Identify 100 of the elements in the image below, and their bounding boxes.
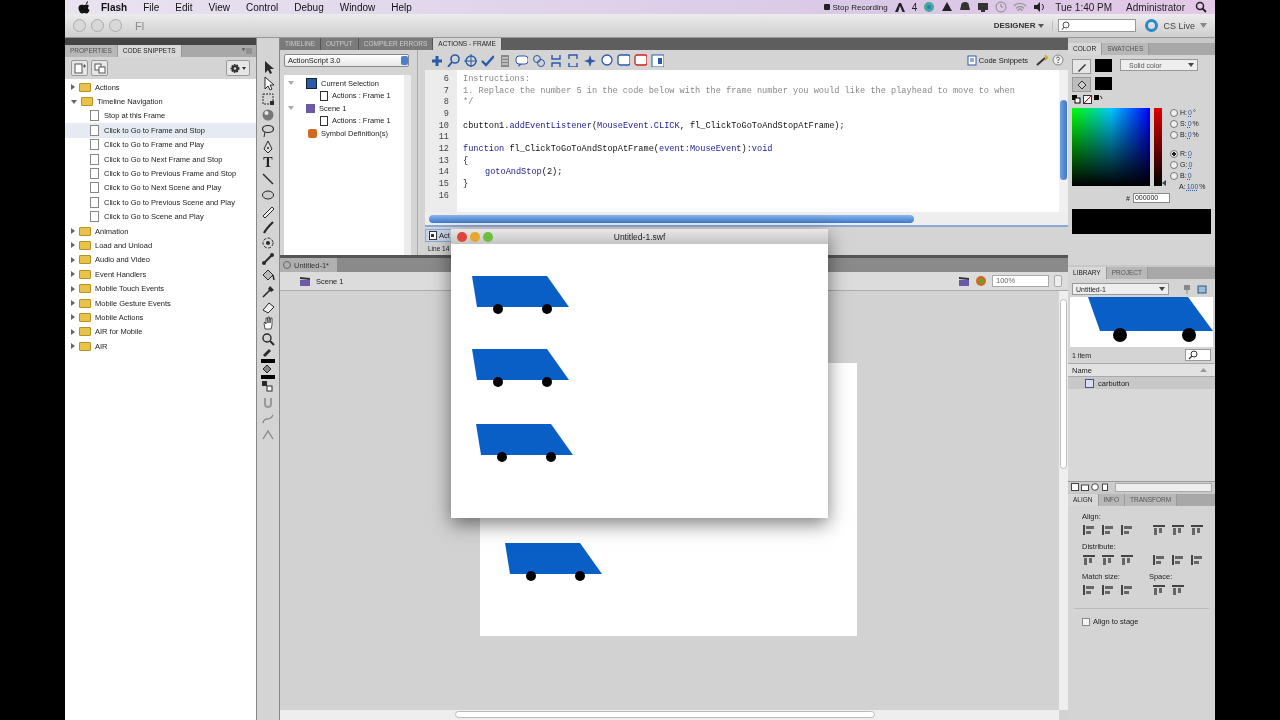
help-icon[interactable] xyxy=(1052,54,1064,66)
radio-button[interactable] xyxy=(1170,130,1178,139)
expand-brackets-icon[interactable] xyxy=(548,53,562,67)
apple-icon[interactable] xyxy=(78,0,90,14)
caret-icon[interactable] xyxy=(1200,23,1207,28)
speech-bubble-icon[interactable] xyxy=(514,53,528,67)
align-icon[interactable] xyxy=(1152,524,1166,536)
target-icon[interactable] xyxy=(463,53,477,67)
properties-icon[interactable] xyxy=(1091,483,1099,491)
default-colors-icon[interactable] xyxy=(1072,95,1081,104)
wand-icon[interactable] xyxy=(1035,54,1049,66)
text-tool[interactable]: T xyxy=(259,155,277,171)
fill-color-button[interactable] xyxy=(1072,77,1091,92)
radio-button[interactable] xyxy=(1170,160,1178,169)
panel-toggle-icon[interactable] xyxy=(650,53,664,67)
gear-icon xyxy=(229,62,247,74)
menu-clock[interactable]: Tue 1:40 PM xyxy=(1051,1,1117,13)
linked-bubbles-icon[interactable] xyxy=(531,53,545,67)
edit-symbols-icon[interactable] xyxy=(975,275,987,287)
search-field[interactable] xyxy=(1185,349,1211,361)
search-field[interactable] xyxy=(1058,19,1137,32)
stroke-swatch[interactable] xyxy=(1095,59,1112,72)
oval-tool-icon[interactable] xyxy=(260,187,276,203)
vertical-scrollbar[interactable] xyxy=(1059,70,1068,212)
user-name[interactable]: Administrator xyxy=(1122,1,1189,13)
menu-item[interactable]: Window xyxy=(334,1,381,13)
stop-recording-item[interactable]: Stop Recording xyxy=(824,2,888,12)
menu-item[interactable]: File xyxy=(138,1,165,13)
lasso-icon[interactable] xyxy=(260,123,276,139)
vertical-scrollbar[interactable] xyxy=(1059,291,1068,710)
add-snippet-button[interactable] xyxy=(71,60,88,76)
radio-button[interactable] xyxy=(1170,108,1178,117)
distribute-icon[interactable] xyxy=(1152,554,1166,566)
menu-item[interactable]: Edit xyxy=(170,1,198,13)
code-line: Instructions: xyxy=(463,73,531,84)
options-menu-button[interactable] xyxy=(226,60,250,76)
space-icon[interactable] xyxy=(1171,584,1185,596)
horizontal-scrollbar[interactable] xyxy=(425,212,1068,225)
align-icon[interactable] xyxy=(1082,524,1096,536)
add-icon[interactable] xyxy=(429,53,443,67)
radio-button[interactable] xyxy=(1170,119,1178,128)
align-icon[interactable] xyxy=(1190,524,1204,536)
radio-button[interactable] xyxy=(1170,171,1178,180)
copy-button[interactable] xyxy=(91,60,108,76)
match-size-icon[interactable] xyxy=(1120,584,1134,596)
menu-item[interactable]: Debug xyxy=(289,1,329,13)
brush-icon[interactable] xyxy=(260,219,276,235)
new-folder-icon[interactable] xyxy=(1081,483,1089,491)
insert-code-icon xyxy=(73,62,86,74)
paint-bucket-icon[interactable] xyxy=(260,267,276,283)
slider-thumb[interactable] xyxy=(1162,180,1166,186)
menu-item[interactable]: Control xyxy=(241,1,284,13)
zoom-icon[interactable] xyxy=(260,331,276,347)
new-symbol-icon[interactable] xyxy=(1071,483,1079,491)
menu-item[interactable]: Help xyxy=(386,1,417,13)
match-size-icon[interactable] xyxy=(1082,584,1096,596)
line-number: 9 xyxy=(442,108,449,119)
color-field[interactable] xyxy=(1072,108,1150,186)
volume-icon[interactable] xyxy=(1033,1,1046,13)
new-library-icon[interactable] xyxy=(1197,284,1208,294)
menu-item[interactable]: Flash xyxy=(96,1,133,13)
collapse-brackets-icon[interactable] xyxy=(565,53,579,67)
distribute-icon[interactable] xyxy=(1120,554,1134,566)
eyedropper-icon[interactable] xyxy=(260,283,276,299)
check-icon[interactable] xyxy=(480,53,494,67)
cs-live-menu[interactable]: CS Live xyxy=(1163,20,1195,31)
workspace-menu[interactable]: DESIGNER xyxy=(993,21,1054,30)
align-icon[interactable] xyxy=(1120,524,1134,536)
display-icon[interactable] xyxy=(977,1,990,13)
update-count: 4 xyxy=(911,1,918,13)
fill-swatch[interactable] xyxy=(1095,77,1112,90)
no-color-icon[interactable] xyxy=(1083,95,1092,104)
distribute-icon[interactable] xyxy=(1082,554,1096,566)
radio-button[interactable] xyxy=(1170,149,1178,158)
search-icon[interactable] xyxy=(1195,1,1207,13)
align-icon[interactable] xyxy=(1101,524,1115,536)
menu-item[interactable]: View xyxy=(203,1,235,13)
swap-colors-icon[interactable] xyxy=(260,379,276,395)
distribute-icon[interactable] xyxy=(1171,554,1185,566)
distribute-icon[interactable] xyxy=(1101,554,1115,566)
sphere-icon[interactable] xyxy=(260,107,276,123)
transform-tool-icon[interactable] xyxy=(260,91,276,107)
distribute-icon[interactable] xyxy=(1190,554,1204,566)
line-number: 13 xyxy=(437,155,449,166)
space-icon[interactable] xyxy=(1152,584,1166,596)
checkbox[interactable] xyxy=(1082,617,1090,626)
stroke-color-icon[interactable] xyxy=(260,347,276,363)
align-icon[interactable] xyxy=(1171,524,1185,536)
hand-icon[interactable] xyxy=(260,315,276,331)
fill-color-icon[interactable] xyxy=(260,363,276,379)
search-icon[interactable] xyxy=(446,53,460,67)
match-size-icon[interactable] xyxy=(1101,584,1115,596)
horizontal-scrollbar[interactable] xyxy=(280,710,1059,720)
trash-icon[interactable] xyxy=(1101,483,1109,491)
line-tool-icon[interactable] xyxy=(260,171,276,187)
cs-live-icon[interactable] xyxy=(1145,19,1159,32)
stroke-color-button[interactable] xyxy=(1072,59,1091,74)
close-button[interactable] xyxy=(457,231,467,242)
edit-scene-icon[interactable] xyxy=(958,275,970,287)
horizontal-scrollbar[interactable] xyxy=(1115,482,1212,492)
